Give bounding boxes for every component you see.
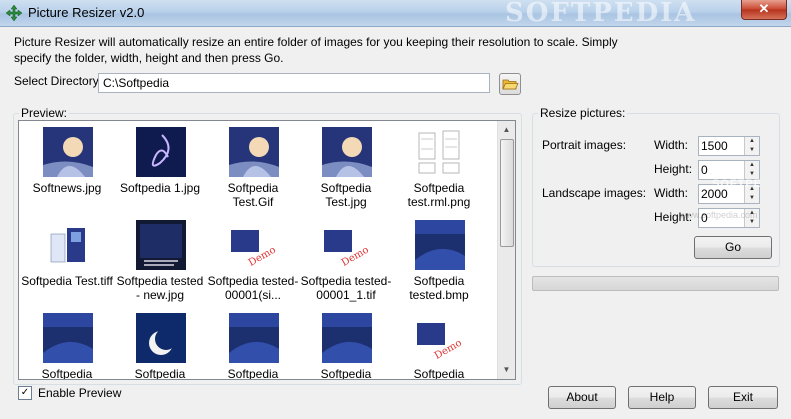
spin-down-icon[interactable]: ▼ xyxy=(744,194,759,203)
app-window: Picture Resizer v2.0 SOFTPEDIA ✕ Picture… xyxy=(0,0,791,419)
thumbnail-caption: Softpedia xyxy=(413,367,465,380)
description-text: Picture Resizer will automatically resiz… xyxy=(14,35,618,65)
portrait-width-input[interactable] xyxy=(701,138,743,154)
scrollbar-thumb[interactable] xyxy=(500,139,514,247)
resize-pictures-label: Resize pictures: xyxy=(538,106,628,120)
thumbnail-caption: Softpedia tested.bmp xyxy=(409,274,469,302)
thumbnail-image xyxy=(322,127,372,177)
thumbnail-image xyxy=(43,127,93,177)
enable-preview-label: Enable Preview xyxy=(38,386,122,400)
thumbnail-image xyxy=(43,313,93,363)
enable-preview-checkbox[interactable]: ✓ xyxy=(18,386,32,400)
thumbnail-caption: Softpedia xyxy=(320,367,372,380)
thumbnail-image xyxy=(136,220,186,270)
thumbnail-caption: Softpedia Test.tiff xyxy=(21,274,113,288)
help-button[interactable]: Help xyxy=(628,386,696,409)
thumbnail-item[interactable]: Softpedia 1.jpg xyxy=(113,123,207,218)
go-button[interactable]: Go xyxy=(694,236,772,259)
preview-scrollbar[interactable]: ▲ ▼ xyxy=(497,121,515,379)
thumbnail-image xyxy=(229,313,279,363)
thumbnail-item[interactable]: Demo Softpedia tested-00001(si... xyxy=(206,216,300,311)
portrait-height-input[interactable] xyxy=(701,162,743,178)
softpedia-watermark: SOFTPEDIA xyxy=(505,0,697,28)
thumbnail-item[interactable]: Softpedia Test.jpg xyxy=(299,123,393,218)
thumbnail-image xyxy=(43,220,93,270)
thumbnail-caption: Softpedia xyxy=(41,367,93,380)
thumbnail-image: Demo xyxy=(229,220,279,270)
thumbnail-item[interactable]: Softpedia tested.bmp xyxy=(392,216,486,311)
thumbnail-item[interactable]: Softnews.jpg xyxy=(20,123,114,218)
scroll-down-arrow-icon[interactable]: ▼ xyxy=(499,362,514,378)
thumbnail-image: Demo xyxy=(322,220,372,270)
landscape-images-label: Landscape images: xyxy=(542,186,647,200)
thumbnail-image xyxy=(229,127,279,177)
thumbnail-caption: Softnews.jpg xyxy=(32,181,102,195)
directory-input[interactable] xyxy=(98,73,490,93)
portrait-width-spinner[interactable]: ▲▼ xyxy=(698,136,760,156)
folder-open-icon xyxy=(502,79,519,90)
select-directory-label: Select Directory: xyxy=(14,74,103,88)
about-button[interactable]: About xyxy=(548,386,616,409)
title-bar[interactable]: Picture Resizer v2.0 SOFTPEDIA ✕ xyxy=(0,0,791,28)
thumbnail-image xyxy=(136,313,186,363)
window-title: Picture Resizer v2.0 xyxy=(28,5,145,20)
app-icon xyxy=(6,5,22,21)
thumbnail-item[interactable]: Softpedia xyxy=(113,309,207,380)
close-button[interactable]: ✕ xyxy=(741,0,787,20)
thumbnail-caption: Softpedia tested-00001_1.tif xyxy=(300,274,392,302)
thumbnail-image: Demo xyxy=(415,313,465,363)
preview-label: Preview: xyxy=(19,106,70,120)
thumbnail-item[interactable]: Demo Softpedia xyxy=(392,309,486,380)
thumbnail-image xyxy=(415,127,465,177)
portrait-height-label: Height: xyxy=(654,162,693,176)
thumbnail-caption: Softpedia Test.Gif xyxy=(227,181,279,209)
thumbnail-item[interactable]: Softpedia Test.Gif xyxy=(206,123,300,218)
thumbnail-item[interactable]: Softpedia xyxy=(20,309,114,380)
scroll-up-arrow-icon[interactable]: ▲ xyxy=(499,122,514,138)
portrait-images-label: Portrait images: xyxy=(542,138,627,152)
browse-folder-button[interactable] xyxy=(499,73,521,95)
spin-up-icon[interactable]: ▲ xyxy=(744,137,759,146)
thumbnail-caption: Softpedia 1.jpg xyxy=(119,181,201,195)
thumbnail-item[interactable]: Softpedia xyxy=(299,309,393,380)
spin-down-icon[interactable]: ▼ xyxy=(744,146,759,155)
portrait-width-label: Width: xyxy=(654,138,689,152)
thumbnail-image xyxy=(136,127,186,177)
portrait-height-spinner[interactable]: ▲▼ xyxy=(698,160,760,180)
thumbnail-caption: Softpedia test.rml.png xyxy=(407,181,471,209)
thumbnail-image xyxy=(322,313,372,363)
thumbnail-caption: Softpedia tested-00001(si... xyxy=(207,274,299,302)
thumbnail-item[interactable]: Softpedia tested - new.jpg xyxy=(113,216,207,311)
thumbnail-image xyxy=(415,220,465,270)
thumbnail-caption: Softpedia xyxy=(134,367,186,380)
thumbnail-caption: Softpedia xyxy=(227,367,279,380)
softpedia-overlay-watermark: SOFTPE xyxy=(712,178,763,190)
exit-button[interactable]: Exit xyxy=(708,386,778,409)
thumbnail-item[interactable]: Softpedia test.rml.png xyxy=(392,123,486,218)
thumbnail-item[interactable]: Softpedia Test.tiff xyxy=(20,216,114,311)
softpedia-url-watermark: www.softpedia.com xyxy=(680,210,758,220)
preview-list[interactable]: Softnews.jpg Softpedia 1.jpg Softpedia Tes… xyxy=(18,120,516,380)
thumbnail-item[interactable]: Softpedia xyxy=(206,309,300,380)
thumbnail-item[interactable]: Demo Softpedia tested-00001_1.tif xyxy=(299,216,393,311)
thumbnail-caption: Softpedia tested - new.jpg xyxy=(116,274,204,302)
landscape-width-label: Width: xyxy=(654,186,689,200)
spin-up-icon[interactable]: ▲ xyxy=(744,161,759,170)
progress-bar xyxy=(532,276,779,291)
thumbnail-caption: Softpedia Test.jpg xyxy=(320,181,372,209)
